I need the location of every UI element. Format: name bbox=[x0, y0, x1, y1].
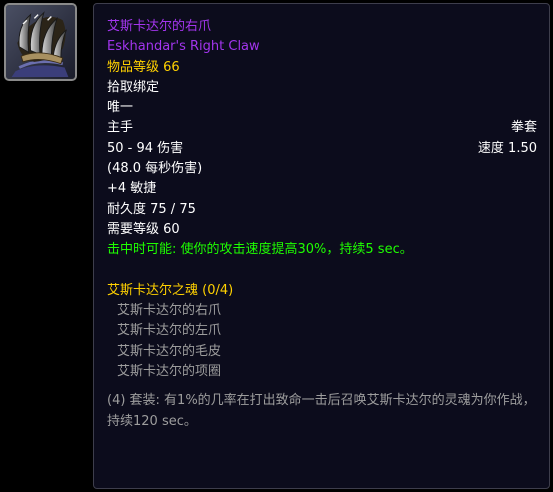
dps-text: (48.0 每秒伤害) bbox=[107, 161, 203, 177]
slot-row: 主手 拳套 bbox=[107, 118, 537, 138]
set-item: 艾斯卡达尔的左爪 bbox=[117, 323, 222, 339]
damage-text: 50 - 94 伤害 bbox=[107, 140, 184, 156]
required-level: 需要等级 60 bbox=[107, 221, 180, 237]
set-item: 艾斯卡达尔的项圈 bbox=[117, 364, 222, 380]
item-level: 物品等级 66 bbox=[107, 59, 180, 75]
damage-row: 50 - 94 伤害 速度 1.50 bbox=[107, 139, 537, 159]
weapon-type-text: 拳套 bbox=[510, 120, 537, 136]
set-item: 艾斯卡达尔的右爪 bbox=[117, 303, 222, 319]
item-tooltip-screen: 艾斯卡达尔的右爪 Eskhandar's Right Claw 物品等级 66 … bbox=[0, 0, 553, 492]
item-tooltip: 艾斯卡达尔的右爪 Eskhandar's Right Claw 物品等级 66 … bbox=[93, 3, 550, 489]
speed-text: 速度 1.50 bbox=[477, 140, 537, 156]
durability-text: 耐久度 75 / 75 bbox=[107, 201, 196, 217]
claw-weapon-icon[interactable] bbox=[4, 3, 77, 81]
item-name-en: Eskhandar's Right Claw bbox=[107, 39, 260, 55]
unique-text: 唯一 bbox=[107, 100, 134, 116]
slot-text: 主手 bbox=[107, 120, 134, 136]
agility-stat: +4 敏捷 bbox=[107, 181, 157, 197]
item-name-cn: 艾斯卡达尔的右爪 bbox=[107, 19, 212, 34]
set-item: 艾斯卡达尔的毛皮 bbox=[117, 343, 222, 359]
binding-text: 拾取绑定 bbox=[107, 79, 160, 95]
set-title: 艾斯卡达尔之魂 (0/4) bbox=[107, 282, 234, 298]
chance-on-hit-effect: 击中时可能: 使你的攻击速度提高30%，持续5 sec。 bbox=[107, 242, 413, 258]
set-bonus-text: (4) 套装: 有1%的几率在打出致命一击后召唤艾斯卡达尔的灵魂为你作战，持续1… bbox=[107, 393, 536, 429]
